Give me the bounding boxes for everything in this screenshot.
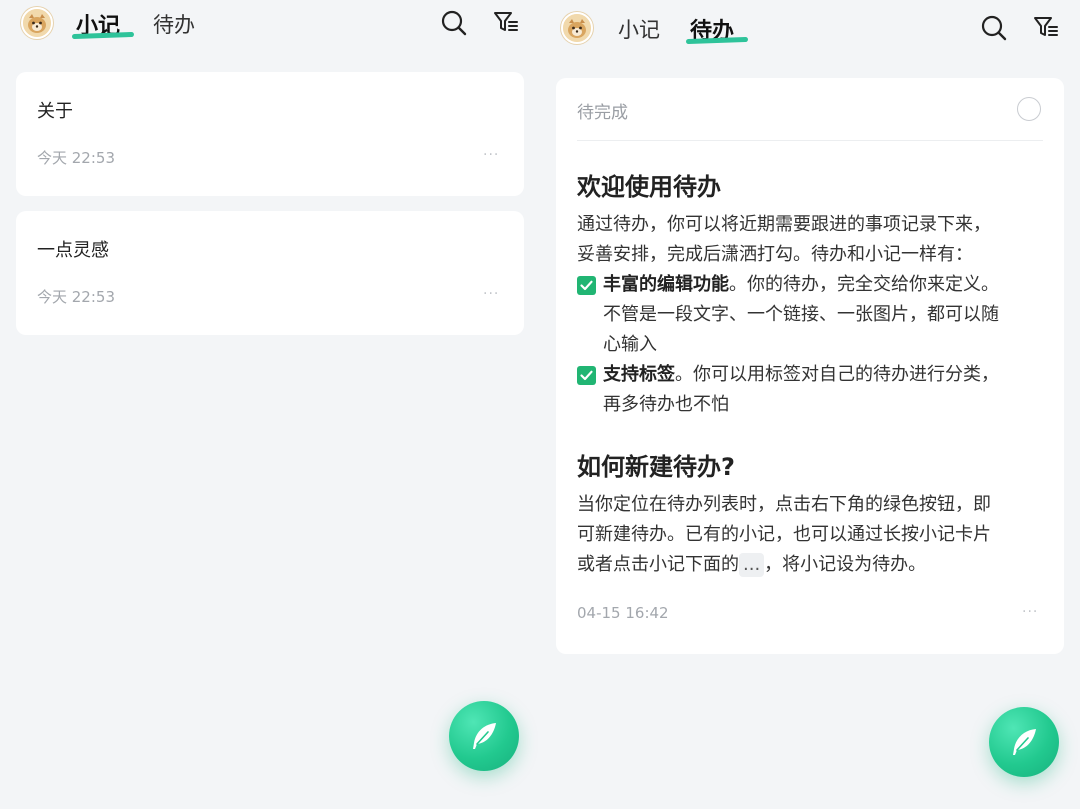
- feather-icon: [473, 723, 496, 749]
- more-button[interactable]: ···: [483, 286, 499, 302]
- avatar[interactable]: [561, 12, 593, 44]
- feature-checkbox[interactable]: [577, 276, 596, 295]
- more-chip: ...: [739, 553, 765, 577]
- check-icon: [580, 370, 593, 381]
- top-bar: 小记 待办: [540, 0, 1080, 60]
- feature-title: 丰富的编辑功能: [603, 274, 729, 295]
- feature-line: 丰富的编辑功能。你的待办，完全交给你来定义。: [603, 270, 999, 300]
- search-icon[interactable]: [980, 14, 1008, 42]
- todo-screen: 小记 待办 待完成 欢迎使用待办 通过待办，你可以将近期需要跟进的事项记录下来，…: [540, 0, 1080, 809]
- note-card[interactable]: 一点灵感 今天 22:53 ···: [16, 211, 524, 335]
- divider: [577, 140, 1043, 141]
- feature-checkbox[interactable]: [577, 366, 596, 385]
- active-tab-underline: [685, 36, 749, 45]
- new-todo-fab[interactable]: [989, 707, 1059, 777]
- filter-icon[interactable]: [492, 9, 520, 37]
- heading-howto: 如何新建待办?: [577, 453, 735, 481]
- complete-checkbox[interactable]: [1017, 97, 1041, 121]
- tab-todo[interactable]: 待办: [153, 9, 195, 39]
- filter-icon[interactable]: [1032, 14, 1060, 42]
- tab-notes[interactable]: 小记: [618, 14, 660, 44]
- feature-text: 。你的待办，完全交给你来定义。: [729, 274, 999, 295]
- search-icon[interactable]: [440, 9, 468, 37]
- feature-text: 。你可以用标签对自己的待办进行分类，: [675, 364, 999, 385]
- avatar-image: [23, 9, 51, 37]
- note-title: 关于: [37, 101, 73, 122]
- intro-line: 妥善安排，完成后潇洒打勾。待办和小记一样有：: [577, 244, 973, 265]
- active-tab-underline: [71, 31, 135, 40]
- feature-line: 再多待办也不怕: [603, 394, 729, 415]
- todo-card[interactable]: 待完成 欢迎使用待办 通过待办，你可以将近期需要跟进的事项记录下来， 妥善安排，…: [556, 78, 1064, 654]
- check-icon: [580, 280, 593, 291]
- avatar[interactable]: [21, 7, 53, 39]
- howto-text: ，将小记设为待办。: [764, 554, 927, 575]
- intro-line: 通过待办，你可以将近期需要跟进的事项记录下来，: [577, 214, 991, 235]
- more-button[interactable]: ···: [483, 147, 499, 163]
- feature-title: 支持标签: [603, 364, 675, 385]
- note-title: 一点灵感: [37, 240, 109, 261]
- howto-line: 可新建待办。已有的小记，也可以通过长按小记卡片: [577, 524, 991, 545]
- feature-line: 支持标签。你可以用标签对自己的待办进行分类，: [603, 360, 999, 390]
- feature-line: 不管是一段文字、一个链接、一张图片，都可以随: [603, 304, 999, 325]
- new-note-fab[interactable]: [449, 701, 519, 771]
- howto-line: 或者点击小记下面的... ，将小记设为待办。: [577, 550, 926, 580]
- top-bar: 小记 待办: [0, 0, 540, 60]
- feather-icon: [1013, 729, 1036, 755]
- todo-status: 待完成: [577, 103, 628, 123]
- note-card[interactable]: 关于 今天 22:53 ···: [16, 72, 524, 196]
- note-time: 今天 22:53: [37, 288, 115, 306]
- feature-line: 心输入: [603, 334, 657, 355]
- avatar-image: [563, 14, 591, 42]
- heading-welcome: 欢迎使用待办: [577, 173, 721, 201]
- howto-line: 当你定位在待办列表时，点击右下角的绿色按钮，即: [577, 494, 991, 515]
- todo-time: 04-15 16:42: [577, 604, 669, 622]
- howto-text: 或者点击小记下面的: [577, 554, 739, 575]
- notes-screen: 小记 待办 关于 今天 22:53 ··· 一点灵感 今天 22:53 ···: [0, 0, 540, 809]
- note-time: 今天 22:53: [37, 149, 115, 167]
- more-button[interactable]: ···: [1022, 604, 1038, 620]
